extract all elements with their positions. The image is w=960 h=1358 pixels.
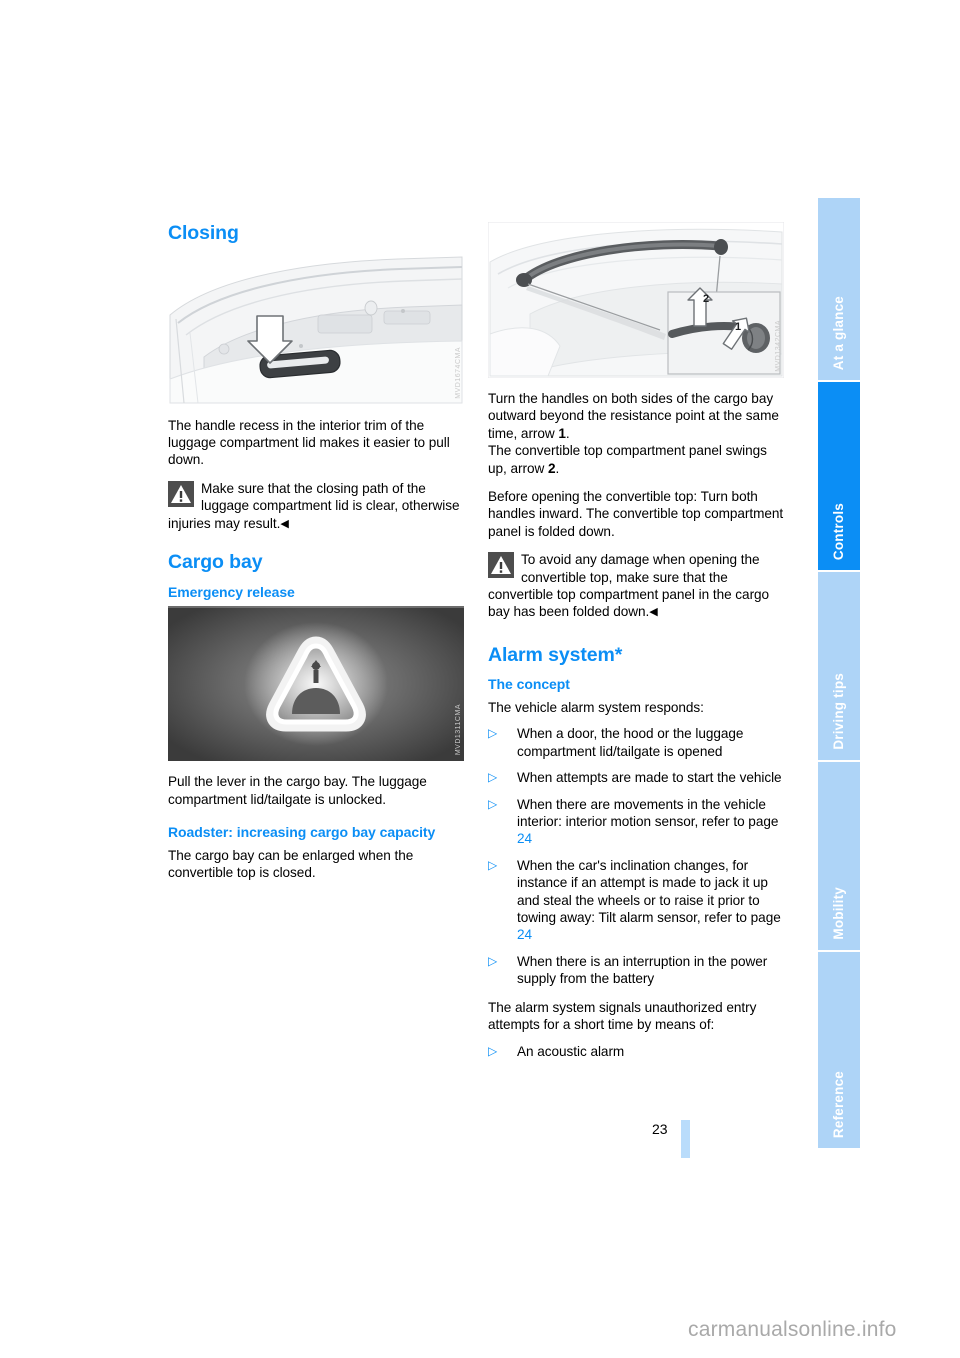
page-reference-link[interactable]: 24 [517,831,532,846]
heading-alarm-system: Alarm system* [488,643,623,666]
figure-watermark-code: MVD1674CMA [455,346,462,399]
inset-arrow-2-label: 2 [703,293,709,305]
triangle-bullet-icon: ▷ [488,770,498,785]
list-item-text: When a door, the hood or the luggage com… [517,726,744,759]
paragraph-before-opening: Before opening the convertible top: Turn… [488,489,784,539]
tab-driving-tips-label: Driving tips [831,673,846,750]
list-item-text: An acoustic alarm [517,1043,625,1059]
figure-emergency-release: MVD1311CMA [168,606,464,762]
triangle-bullet-icon: ▷ [488,726,498,741]
emergency-release-illustration [168,606,464,762]
inset-arrow-1-label: 1 [735,321,741,333]
tab-reference[interactable]: Reference [818,952,860,1148]
warning-note-closing: Make sure that the closing path of the l… [168,480,464,533]
heading-closing: Closing [168,222,239,244]
paragraph-concept-intro: The vehicle alarm system responds: [488,700,704,715]
heading-the-concept: The concept [488,676,570,693]
heading-emergency-release: Emergency release [168,583,295,600]
paragraph-signals-intro: The alarm system signals unauthorized en… [488,999,757,1033]
list-item-text: When there is an interruption in the pow… [517,953,768,987]
warning-triangle-icon [488,552,514,579]
triangle-bullet-icon: ▷ [488,953,498,968]
paragraph-turn-handles: Turn the handles on both sides of the ca… [488,391,779,441]
list-item: ▷ When attempts are made to start the veh… [488,769,784,786]
tab-mobility[interactable]: Mobility [818,762,860,950]
list-item: ▷ When a door, the hood or the luggage co… [488,725,784,760]
figure-watermark-code: MVD1311CMA [455,704,462,756]
triangle-bullet-icon: ▷ [488,857,498,872]
list-item-text: When there are movements in the vehicle … [517,796,779,830]
tab-at-a-glance-label: At a glance [831,295,846,370]
alarm-signals-list: ▷ An acoustic alarm [488,1043,784,1060]
paragraph-panel-swings-up: The convertible top compartment panel sw… [488,443,767,476]
warning-triangle-icon [168,480,194,507]
paragraph-emergency-release: Pull the lever in the cargo bay. The lug… [168,774,427,807]
list-item-text: When attempts are made to start the vehi… [517,770,782,786]
triangle-bullet-icon: ▷ [488,1043,498,1058]
page-number-bar [681,1120,690,1158]
warning-note-convertible-top: To avoid any damage when opening the con… [488,551,784,622]
tab-driving-tips[interactable]: Driving tips [818,572,860,760]
figure-cargo-bay-handles: 2 1 MVD1342CMA [488,222,784,378]
heading-roadster-cargo-capacity: Roadster: increasing cargo bay capacity [168,823,436,840]
list-item: ▷ When the car's inclination changes, for… [488,857,784,944]
closing-handle-recess-illustration [168,252,464,405]
paragraph-closing: The handle recess in the interior trim o… [168,417,450,468]
warning-note-convertible-top-text: To avoid any damage when opening the con… [488,552,770,620]
page-reference-link[interactable]: 24 [517,927,532,942]
list-item: ▷ When there are movements in the vehicle… [488,796,784,848]
manual-page: At a glance Controls Driving tips Mobili… [0,0,960,1358]
tab-controls[interactable]: Controls [818,382,860,570]
right-column: 2 1 MVD1342CMA Turn the handles on both … [488,222,784,1069]
tab-at-a-glance[interactable]: At a glance [818,198,860,380]
alarm-responds-list: ▷ When a door, the hood or the luggage co… [488,725,784,987]
tab-reference-label: Reference [831,1070,846,1138]
figure-watermark-code: MVD1342CMA [775,320,782,372]
triangle-bullet-icon: ▷ [488,796,498,811]
warning-note-closing-text: Make sure that the closing path of the l… [168,480,460,531]
section-tab-rail: At a glance Controls Driving tips Mobili… [818,198,860,1148]
left-column: Closing MVD1674CMA The handle recess in … [168,222,464,892]
list-item-text: When the car's inclination changes, for … [517,857,781,926]
page-number: 23 [652,1121,668,1137]
tab-controls-label: Controls [831,502,846,560]
list-item: ▷ An acoustic alarm [488,1043,784,1060]
tab-mobility-label: Mobility [831,887,846,940]
list-item: ▷ When there is an interruption in the po… [488,953,784,988]
figure-closing-handle-recess: MVD1674CMA [168,252,464,405]
paragraph-roadster: The cargo bay can be enlarged when the c… [168,847,414,880]
heading-cargo-bay: Cargo bay [168,551,263,574]
site-watermark: carmanualsonline.info [688,1318,897,1341]
cargo-bay-handles-illustration: 2 1 [488,222,784,378]
